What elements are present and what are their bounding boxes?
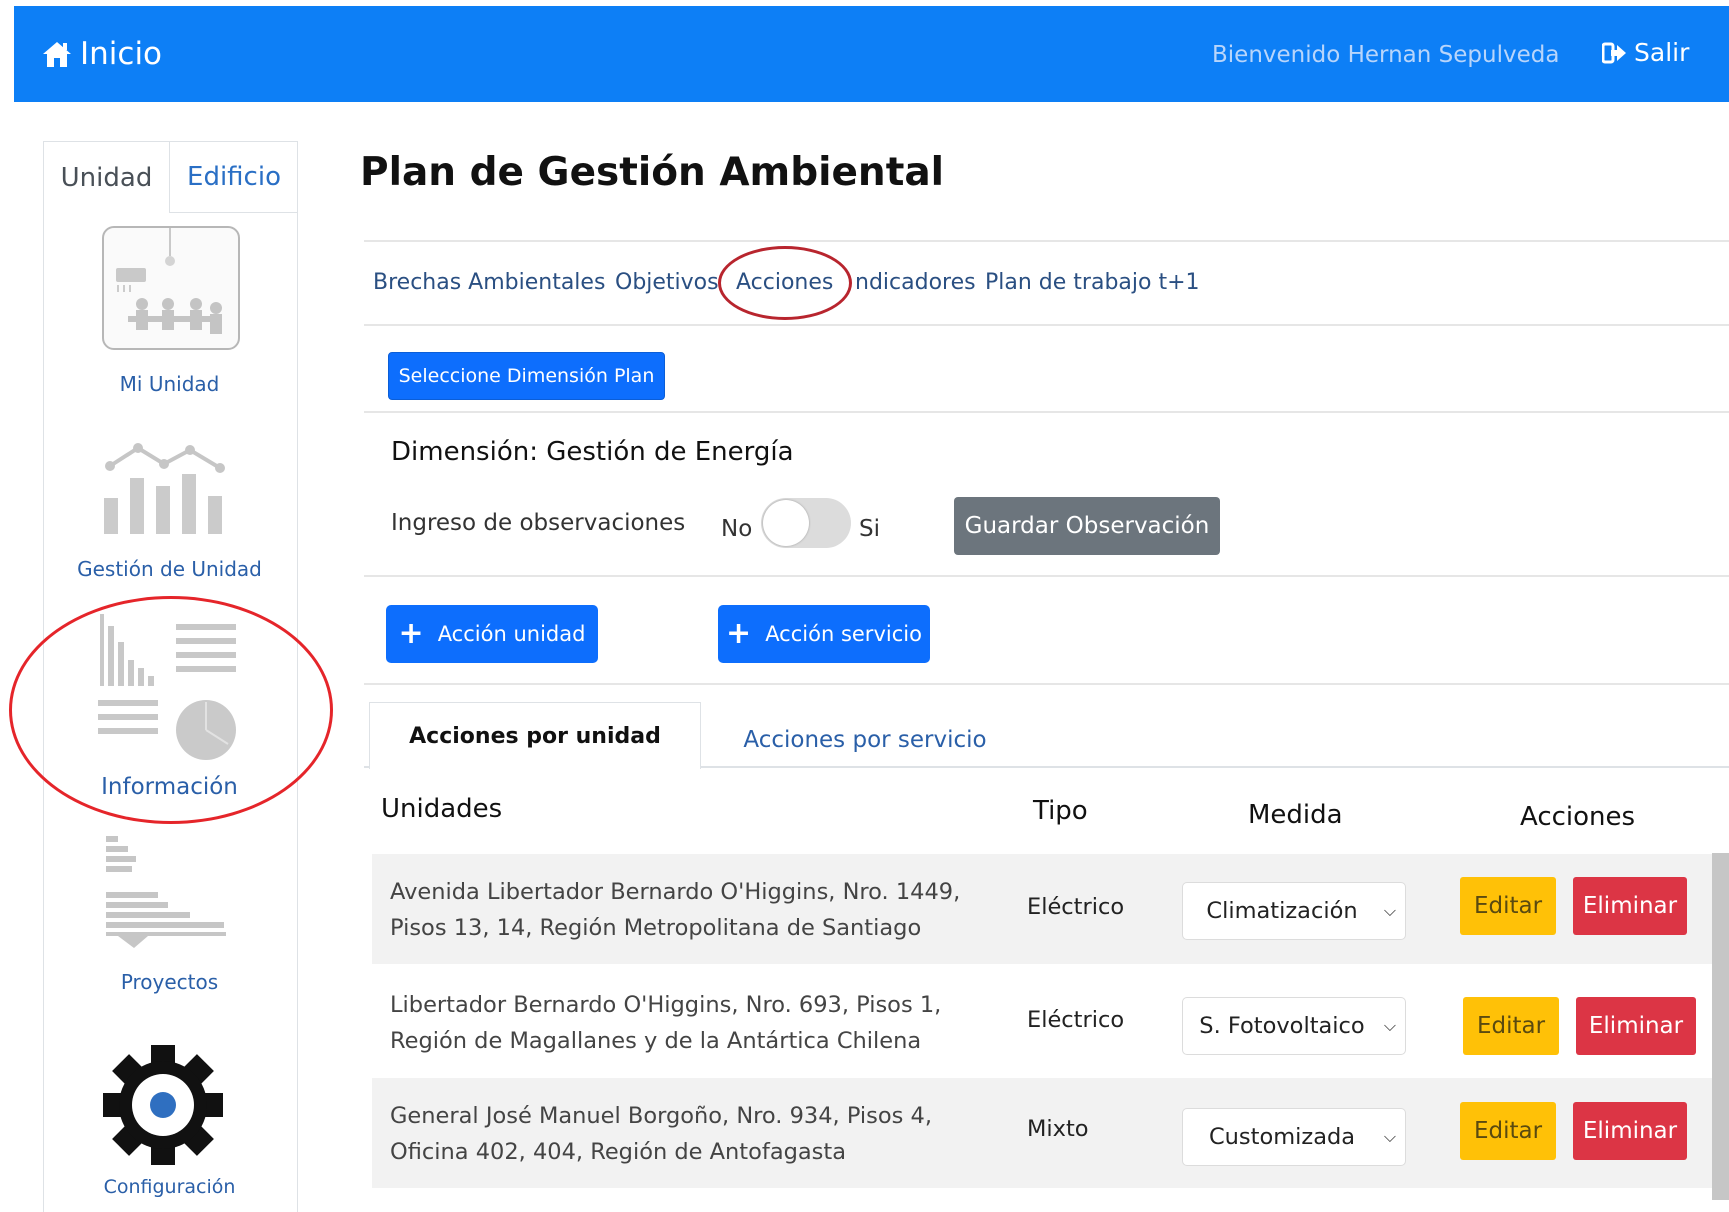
add-service-action-button[interactable]: + Acción servicio: [718, 605, 930, 663]
observations-toggle[interactable]: [761, 498, 851, 548]
sidebar-tab-edificio[interactable]: Edificio: [171, 142, 297, 212]
sidebar-item-proyectos[interactable]: Proyectos: [43, 970, 296, 994]
edit-button[interactable]: Editar: [1463, 997, 1559, 1055]
sidebar-item-mi-unidad[interactable]: Mi Unidad: [43, 372, 296, 396]
sidebar-item-gestion-unidad[interactable]: Gestión de Unidad: [43, 557, 296, 581]
gear-icon[interactable]: [100, 1042, 226, 1168]
logout-label: Salir: [1634, 38, 1690, 67]
home-label: Inicio: [80, 36, 163, 72]
medida-select[interactable]: S. Fotovoltaico ⌵: [1182, 997, 1406, 1055]
home-link[interactable]: Inicio: [42, 36, 162, 72]
delete-button[interactable]: Eliminar: [1576, 997, 1696, 1055]
gantt-chart-icon[interactable]: [104, 836, 228, 948]
divider: [364, 324, 1729, 326]
divider: [364, 240, 1729, 242]
toggle-no-label: No: [721, 516, 753, 542]
tab-acciones-por-servicio[interactable]: Acciones por servicio: [700, 708, 1030, 772]
column-header-medida: Medida: [1248, 800, 1343, 830]
medida-select[interactable]: Customizada ⌵: [1182, 1108, 1406, 1166]
observations-label: Ingreso de observaciones: [391, 510, 686, 536]
select-dimension-button[interactable]: Seleccione Dimensión Plan: [388, 352, 665, 400]
annotation-circle: [718, 246, 852, 320]
medida-select[interactable]: Climatización ⌵: [1182, 882, 1406, 940]
divider: [364, 411, 1729, 413]
toggle-knob: [763, 500, 809, 546]
save-observation-button[interactable]: Guardar Observación: [954, 497, 1220, 555]
address-line: Región de Magallanes y de la Antártica C…: [390, 1028, 922, 1054]
nav-brechas-ambientales[interactable]: Brechas Ambientales: [373, 270, 605, 295]
table-row: General José Manuel Borgoño, Nro. 934, P…: [372, 1078, 1729, 1188]
add-unit-action-button[interactable]: + Acción unidad: [386, 605, 598, 663]
address-line: Pisos 13, 14, Región Metropolitana de Sa…: [390, 915, 922, 941]
nav-objetivos[interactable]: Objetivos: [615, 270, 719, 295]
bar-line-chart-icon[interactable]: [102, 438, 230, 538]
column-header-acciones: Acciones: [1520, 802, 1636, 832]
sidebar-tabs: Unidad Edificio: [44, 142, 297, 213]
divider: [364, 683, 1729, 685]
table-row: Libertador Bernardo O'Higgins, Nro. 693,…: [372, 967, 1729, 1077]
page-title: Plan de Gestión Ambiental: [360, 150, 945, 195]
row-address: General José Manuel Borgoño, Nro. 934, P…: [390, 1098, 932, 1170]
edit-button[interactable]: Editar: [1460, 1102, 1556, 1160]
nav-plan-trabajo[interactable]: Plan de trabajo t+1: [985, 270, 1200, 295]
address-line: Avenida Libertador Bernardo O'Higgins, N…: [390, 879, 961, 905]
welcome-text: Bienvenido Hernan Sepulveda: [1212, 42, 1560, 68]
column-header-tipo: Tipo: [1033, 796, 1088, 826]
chevron-down-icon: ⌵: [1383, 901, 1397, 920]
scrollbar[interactable]: [1712, 853, 1729, 1200]
column-header-unidades: Unidades: [381, 794, 503, 824]
toggle-si-label: Si: [859, 516, 880, 542]
address-line: Libertador Bernardo O'Higgins, Nro. 693,…: [390, 992, 942, 1018]
sign-out-icon: [1602, 42, 1626, 63]
delete-button[interactable]: Eliminar: [1573, 877, 1687, 935]
annotation-circle: [9, 596, 333, 824]
edit-button[interactable]: Editar: [1460, 877, 1556, 935]
row-tipo: Mixto: [1027, 1116, 1089, 1142]
medida-value: S. Fotovoltaico: [1199, 1013, 1365, 1039]
home-icon: [43, 42, 71, 67]
row-tipo: Eléctrico: [1027, 1007, 1125, 1033]
chevron-down-icon: ⌵: [1383, 1016, 1397, 1035]
nav-indicadores[interactable]: ndicadores: [855, 270, 976, 295]
delete-button[interactable]: Eliminar: [1573, 1102, 1687, 1160]
medida-value: Climatización: [1206, 898, 1358, 924]
row-address: Avenida Libertador Bernardo O'Higgins, N…: [390, 874, 960, 946]
logout-link[interactable]: Salir: [1602, 38, 1689, 67]
sidebar-tab-unidad[interactable]: Unidad: [44, 142, 170, 213]
chevron-down-icon: ⌵: [1383, 1127, 1397, 1146]
add-unit-action-label: Acción unidad: [437, 622, 586, 646]
meeting-room-icon[interactable]: [102, 226, 240, 350]
table-row: Avenida Libertador Bernardo O'Higgins, N…: [372, 854, 1729, 964]
plus-icon: +: [398, 616, 424, 651]
address-line: Oficina 402, 404, Región de Antofagasta: [390, 1139, 847, 1165]
dimension-label: Dimensión: Gestión de Energía: [391, 437, 794, 467]
add-service-action-label: Acción servicio: [765, 622, 922, 646]
medida-value: Customizada: [1208, 1124, 1356, 1150]
plus-icon: +: [726, 616, 752, 651]
row-tipo: Eléctrico: [1027, 894, 1125, 920]
divider: [364, 575, 1729, 577]
tab-acciones-por-unidad[interactable]: Acciones por unidad: [369, 702, 701, 769]
address-line: General José Manuel Borgoño, Nro. 934, P…: [390, 1103, 933, 1129]
row-address: Libertador Bernardo O'Higgins, Nro. 693,…: [390, 987, 941, 1059]
sidebar-item-configuracion[interactable]: Configuración: [43, 1176, 296, 1198]
